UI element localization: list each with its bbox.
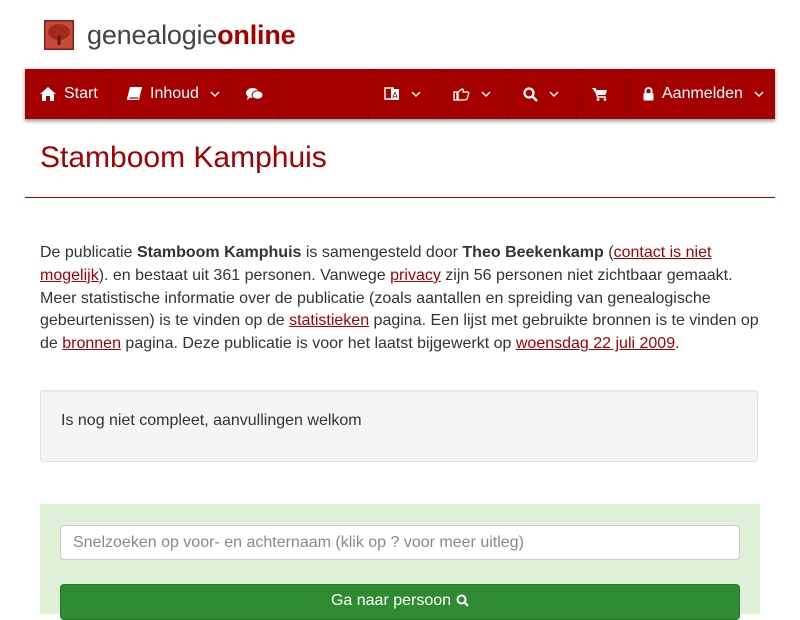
site-brand[interactable]: genealogieonline	[44, 18, 296, 52]
title-divider	[25, 197, 775, 198]
nav-forum[interactable]	[231, 69, 280, 119]
page-title: Stamboom Kamphuis	[40, 141, 327, 174]
go-to-person-label: Ga naar persoon	[330, 592, 452, 609]
chevron-down-icon	[210, 91, 220, 97]
lock-icon	[643, 87, 654, 101]
statistics-link[interactable]: statistieken	[289, 312, 369, 329]
chevron-down-icon	[754, 91, 764, 97]
site-name: genealogieonline	[87, 19, 296, 50]
publication-note: Is nog niet compleet, aanvullingen welko…	[40, 390, 758, 462]
search-icon	[456, 594, 469, 607]
cart-icon	[592, 87, 607, 101]
publication-name: Stamboom Kamphuis	[136, 244, 302, 261]
chat-icon	[246, 87, 263, 100]
privacy-link[interactable]: privacy	[390, 267, 441, 284]
nav-start-label: Start	[64, 85, 98, 102]
nav-share[interactable]	[438, 69, 508, 119]
go-to-person-button[interactable]: Ga naar persoon	[60, 584, 740, 620]
tree-icon	[44, 20, 74, 50]
publication-note-text: Is nog niet compleet, aanvullingen welko…	[61, 412, 362, 429]
svg-text:A: A	[392, 91, 398, 100]
author-name: Theo Beekenkamp	[462, 244, 604, 261]
publication-intro: De publicatie Stamboom Kamphuis is samen…	[40, 244, 759, 353]
main-navbar: Start Inhoud A Aanmelden	[25, 69, 775, 119]
nav-login-label: Aanmelden	[662, 85, 743, 102]
nav-language[interactable]: A	[369, 69, 438, 119]
last-updated-link[interactable]: woensdag 22 juli 2009	[516, 335, 675, 352]
sources-link[interactable]: bronnen	[62, 335, 121, 352]
home-icon	[40, 87, 56, 101]
language-icon: A	[384, 87, 399, 100]
chevron-down-icon	[549, 91, 559, 97]
nav-cart[interactable]	[577, 69, 626, 119]
search-icon	[523, 86, 538, 102]
quick-search-input[interactable]	[60, 525, 740, 560]
nav-start[interactable]: Start	[25, 69, 112, 119]
nav-login[interactable]: Aanmelden	[626, 69, 775, 119]
share-icon	[453, 87, 470, 101]
nav-search[interactable]	[508, 69, 577, 119]
quick-search-panel: Ga naar persoon	[40, 504, 760, 620]
chevron-down-icon	[411, 91, 421, 97]
book-icon	[127, 87, 142, 100]
nav-inhoud[interactable]: Inhoud	[112, 69, 231, 119]
chevron-down-icon	[481, 91, 491, 97]
nav-inhoud-label: Inhoud	[150, 85, 199, 102]
